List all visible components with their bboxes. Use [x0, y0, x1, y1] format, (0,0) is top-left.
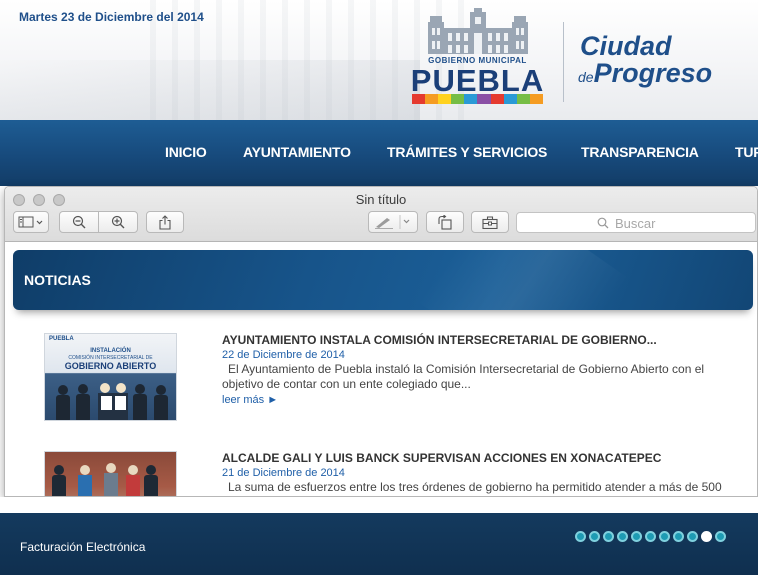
share-button[interactable] — [146, 211, 184, 233]
logo-color-segment — [490, 94, 504, 104]
rotate-icon — [438, 214, 452, 230]
toolbox-icon — [482, 215, 498, 229]
site-footer: Facturación Electrónica — [0, 497, 758, 575]
search-icon — [597, 217, 609, 229]
slogan-de: de — [578, 69, 594, 85]
site-header: Martes 23 de Diciembre del 2014 GOBIERNO… — [0, 0, 758, 120]
header-background-shade — [0, 60, 420, 120]
markup-button[interactable] — [368, 211, 418, 233]
logo-color-segment — [464, 94, 478, 104]
nav-item-turismo[interactable]: TUR — [735, 144, 758, 160]
news-title[interactable]: ALCALDE GALI Y LUIS BANCK SUPERVISAN ACC… — [222, 451, 661, 465]
logo-color-segment — [451, 94, 465, 104]
news-date: 22 de Diciembre de 2014 — [222, 349, 345, 361]
thumb-caption-big: GOBIERNO ABIERTO — [64, 361, 157, 371]
noticias-banner: NOTICIAS — [13, 250, 753, 310]
logo-color-segment — [477, 94, 491, 104]
thumb-caption-top: INSTALACIÓN — [90, 348, 131, 354]
thumb-people-photo — [56, 383, 168, 420]
carousel-dot[interactable] — [603, 531, 614, 542]
search-input[interactable] — [615, 215, 745, 231]
footer-facturacion-link[interactable]: Facturación Electrónica — [20, 540, 145, 554]
slogan-line: deProgreso — [578, 58, 712, 89]
carousel-dot[interactable] — [589, 531, 600, 542]
logo-color-segment — [516, 94, 530, 104]
nav-item-tramites[interactable]: TRÁMITES Y SERVICIOS — [387, 144, 547, 160]
carousel-dots — [575, 531, 726, 542]
news-thumbnail[interactable]: PUEBLA INSTALACIÓN COMISIÓN INTERSECRETA… — [44, 333, 177, 421]
zoom-out-icon — [72, 215, 86, 229]
zoom-in-icon — [111, 215, 125, 229]
logo-color-segment — [412, 94, 426, 104]
news-summary: El Ayuntamiento de Puebla instaló la Com… — [222, 362, 705, 391]
banner-highlight — [417, 250, 629, 310]
logo-color-segment — [503, 94, 517, 104]
puebla-logo[interactable]: GOBIERNO MUNICIPAL PUEBLA — [410, 8, 545, 106]
news-summary: La suma de esfuerzos entre los tres órde… — [228, 480, 722, 494]
carousel-dot[interactable] — [617, 531, 628, 542]
carousel-dot[interactable] — [631, 531, 642, 542]
rotate-button[interactable] — [426, 211, 464, 233]
nav-item-transparencia[interactable]: TRANSPARENCIA — [581, 144, 699, 160]
news-title[interactable]: AYUNTAMIENTO INSTALA COMISIÓN INTERSECRE… — [222, 333, 657, 347]
thumb-people-photo — [52, 463, 158, 496]
share-icon — [159, 214, 171, 230]
logo-color-segment — [529, 94, 543, 104]
thumb-logo-mark: PUEBLA — [49, 336, 74, 342]
slogan-progreso: Progreso — [593, 58, 713, 88]
window-titlebar[interactable]: Sin título — [5, 187, 757, 242]
zoom-in-button[interactable] — [98, 211, 138, 233]
search-field[interactable] — [516, 212, 756, 233]
carousel-dot[interactable] — [673, 531, 684, 542]
logo-color-segment — [425, 94, 439, 104]
nav-item-inicio[interactable]: INICIO — [165, 144, 207, 160]
read-more-link[interactable]: leer más ► — [222, 394, 278, 406]
logo-divider — [563, 22, 564, 102]
logo-color-segment — [438, 94, 452, 104]
preview-window: Sin título Buscar NOTICIAS PUEBLA INSTAL… — [4, 186, 758, 497]
header-date: Martes 23 de Diciembre del 2014 — [19, 10, 204, 24]
news-item: PUEBLA INSTALACIÓN COMISIÓN INTERSECRETA… — [5, 329, 757, 429]
window-title: Sin título — [355, 192, 407, 207]
slogan-ciudad: Ciudad — [580, 31, 672, 61]
carousel-dot[interactable] — [575, 531, 586, 542]
news-date: 21 de Diciembre de 2014 — [222, 467, 345, 479]
news-item: ALCALDE GALI Y LUIS BANCK SUPERVISAN ACC… — [5, 447, 757, 496]
toolbox-button[interactable] — [471, 211, 509, 233]
section-title: NOTICIAS — [24, 272, 91, 288]
carousel-dot[interactable] — [645, 531, 656, 542]
main-nav: INICIO AYUNTAMIENTO TRÁMITES Y SERVICIOS… — [0, 120, 758, 186]
news-thumbnail[interactable] — [44, 451, 177, 496]
carousel-dot[interactable] — [659, 531, 670, 542]
carousel-dot[interactable] — [715, 531, 726, 542]
sidebar-icon — [18, 216, 43, 228]
nav-item-ayuntamiento[interactable]: AYUNTAMIENTO — [243, 144, 351, 160]
city-hall-icon — [428, 8, 528, 54]
logo-color-bar — [412, 94, 543, 104]
document-view[interactable]: NOTICIAS PUEBLA INSTALACIÓN COMISIÓN INT… — [5, 243, 757, 496]
zoom-out-button[interactable] — [59, 211, 99, 233]
sidebar-toggle-button[interactable] — [13, 211, 49, 233]
carousel-dot[interactable] — [687, 531, 698, 542]
markup-pen-icon — [375, 215, 410, 229]
carousel-dot[interactable] — [701, 531, 712, 542]
